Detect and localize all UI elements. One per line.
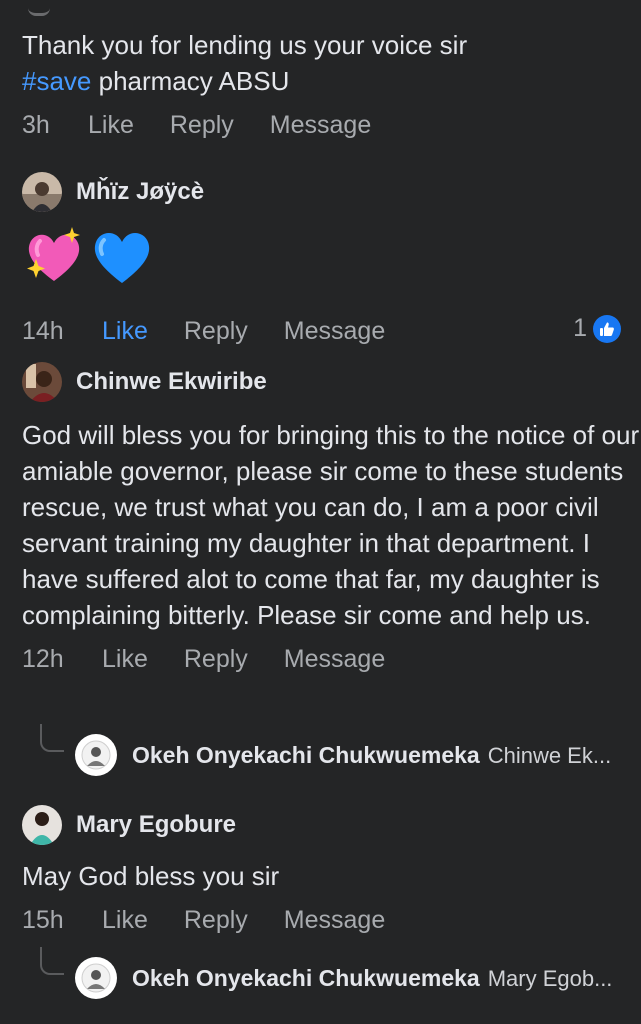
comment-text: Thank you for lending us your voice sir … xyxy=(22,27,641,99)
avatar[interactable] xyxy=(22,805,62,845)
comment-time: 3h xyxy=(22,110,50,139)
reply-button[interactable]: Reply xyxy=(184,906,248,935)
reply-preview-row[interactable]: Okeh Onyekachi Chukwuemeka Chinwe Ek... xyxy=(0,724,641,780)
reply-connector xyxy=(40,947,64,975)
comment-header: Mary Egobure xyxy=(22,804,641,846)
sparkling-heart-icon xyxy=(27,227,80,281)
comment-actions: 15h Like Reply Message xyxy=(22,902,641,938)
comment-time: 15h xyxy=(22,905,64,934)
comment-1: Thank you for lending us your voice sir … xyxy=(22,27,641,143)
reply-connector xyxy=(40,724,64,752)
reply-button[interactable]: Reply xyxy=(184,317,248,346)
comment-2: Mȟïz Jøÿcè 14h Like Reply Message 1 xyxy=(22,171,641,349)
message-button[interactable]: Message xyxy=(270,111,371,140)
comment-body: Thank you for lending us your voice sir xyxy=(22,30,468,60)
reply-author[interactable]: Okeh Onyekachi Chukwuemeka Chinwe Ek... xyxy=(132,742,611,769)
avatar[interactable] xyxy=(22,362,62,402)
reaction-count: 1 xyxy=(573,314,587,342)
previous-comment-edge xyxy=(28,8,50,16)
comment-actions: 14h Like Reply Message 1 xyxy=(22,313,641,349)
comment-header: Chinwe Ekwiribe xyxy=(22,361,641,403)
reply-author-name: Okeh Onyekachi Chukwuemeka xyxy=(132,964,480,991)
message-button[interactable]: Message xyxy=(284,906,385,935)
like-button[interactable]: Like xyxy=(102,645,148,674)
comment-3: Chinwe Ekwiribe God will bless you for b… xyxy=(22,361,641,677)
like-button[interactable]: Like xyxy=(88,111,134,140)
comment-text: God will bless you for bringing this to … xyxy=(22,420,640,630)
comment-time: 14h xyxy=(22,316,64,345)
reply-snippet: Mary Egob... xyxy=(487,965,613,991)
reply-snippet: Chinwe Ek... xyxy=(487,742,612,768)
message-button[interactable]: Message xyxy=(284,317,385,346)
comment-actions: 3h Like Reply Message xyxy=(22,107,641,143)
comment-author[interactable]: Chinwe Ekwiribe xyxy=(76,368,267,396)
reply-preview-row[interactable]: Okeh Onyekachi Chukwuemeka Mary Egob... xyxy=(0,947,641,1003)
reaction-summary[interactable]: 1 xyxy=(573,314,621,343)
emoji-content xyxy=(22,225,641,289)
reply-button[interactable]: Reply xyxy=(170,111,234,140)
comment-4: Mary Egobure May God bless you sir 15h L… xyxy=(22,804,641,938)
blue-heart-icon xyxy=(94,232,150,283)
comment-text: May God bless you sir xyxy=(22,861,280,891)
comment-time: 12h xyxy=(22,644,64,673)
comment-header: Mȟïz Jøÿcè xyxy=(22,171,641,213)
like-button[interactable]: Like xyxy=(102,317,148,346)
comment-author[interactable]: Mary Egobure xyxy=(76,811,236,839)
hashtag-link[interactable]: #save xyxy=(22,66,91,96)
like-button[interactable]: Like xyxy=(102,906,148,935)
reply-author-name: Okeh Onyekachi Chukwuemeka xyxy=(132,741,480,768)
avatar[interactable] xyxy=(22,172,62,212)
comment-body-cont: pharmacy ABSU xyxy=(91,66,290,96)
comment-actions: 12h Like Reply Message xyxy=(22,641,641,677)
message-button[interactable]: Message xyxy=(284,645,385,674)
thumbs-up-icon xyxy=(593,314,621,343)
comment-author[interactable]: Mȟïz Jøÿcè xyxy=(76,178,204,206)
reply-author[interactable]: Okeh Onyekachi Chukwuemeka Mary Egob... xyxy=(132,965,612,992)
reply-button[interactable]: Reply xyxy=(184,645,248,674)
avatar[interactable] xyxy=(75,734,117,776)
avatar[interactable] xyxy=(75,957,117,999)
